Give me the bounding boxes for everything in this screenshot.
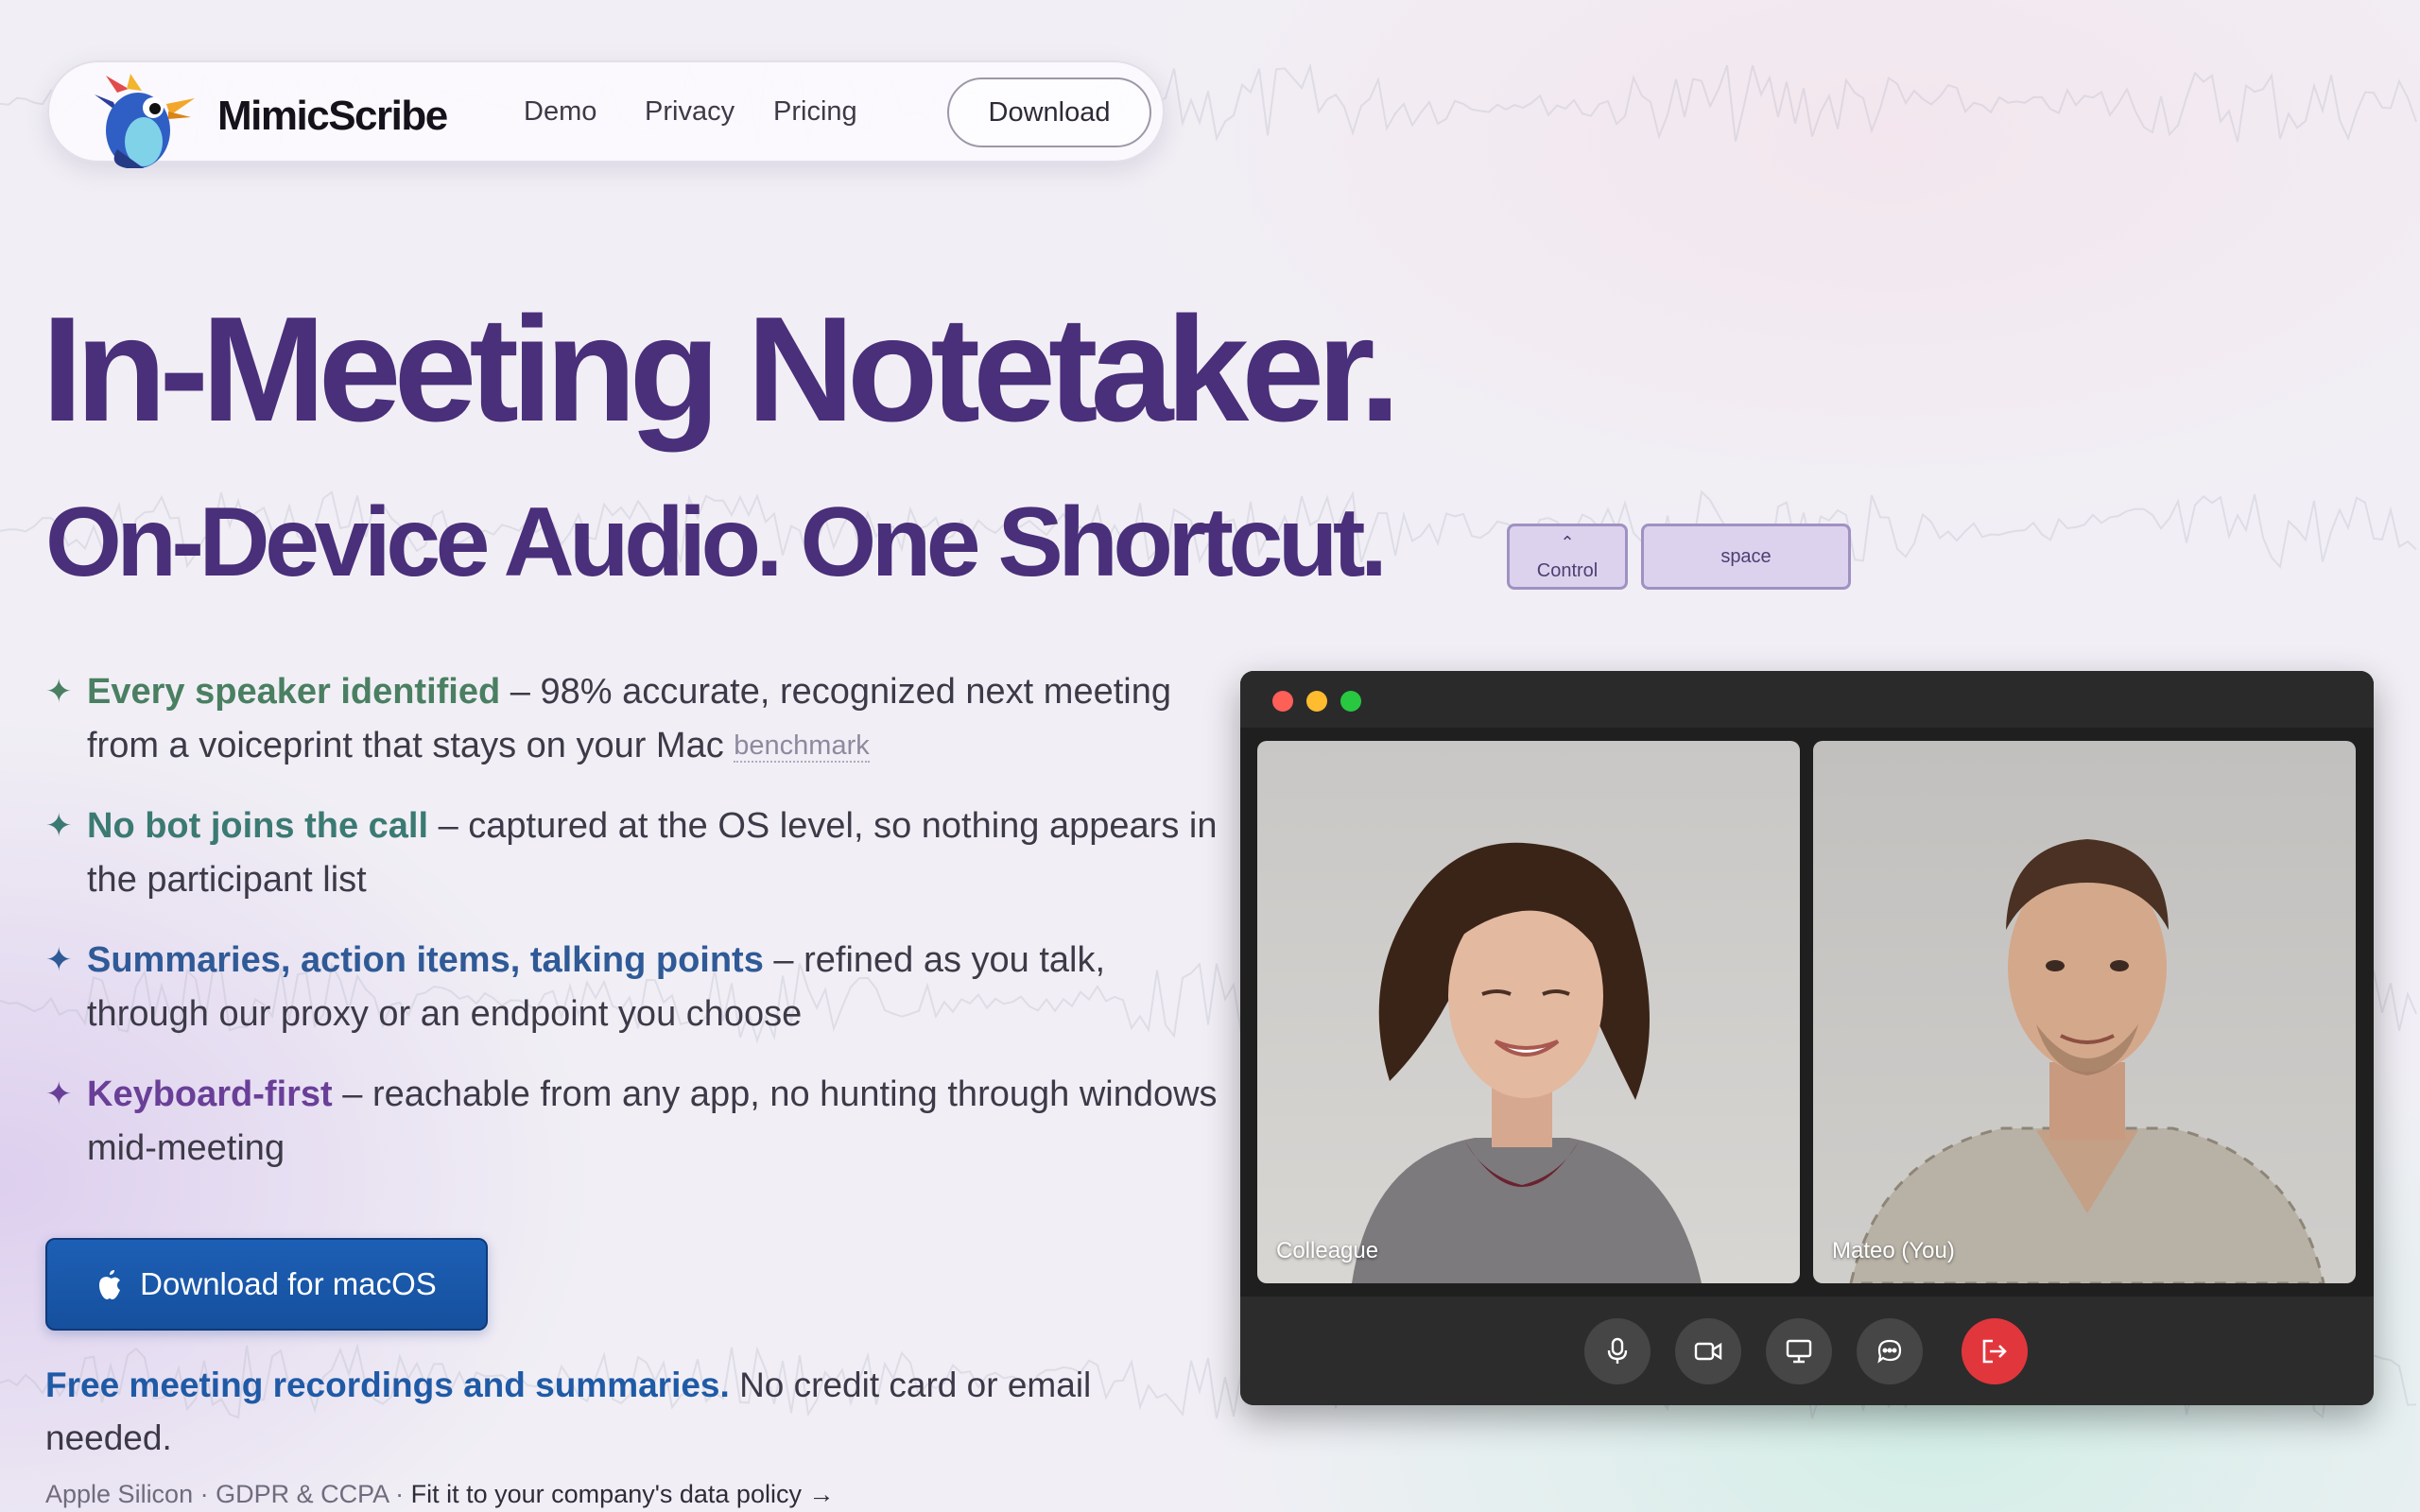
- microphone-icon: [1607, 1337, 1628, 1364]
- chat-icon: [1877, 1339, 1902, 1364]
- control-key-label: Control: [1536, 560, 1599, 581]
- feature-item: ✦ Every speaker identified – 98% accurate…: [45, 665, 1218, 773]
- brand-name[interactable]: MimicScribe: [217, 93, 448, 140]
- participant-name: Colleague: [1276, 1238, 1379, 1263]
- top-nav: MimicScribe Demo Privacy Pricing Downloa…: [47, 60, 1165, 168]
- participant-video: [1813, 741, 2356, 1283]
- participant-tile: Colleague: [1257, 741, 1800, 1283]
- microphone-button[interactable]: [1584, 1318, 1651, 1384]
- footnote-text: Apple Silicon · GDPR & CCPA ·: [45, 1480, 411, 1508]
- sparkle-icon: ✦: [45, 674, 73, 710]
- bird-logo-icon: [95, 74, 195, 168]
- tagline-highlight: Free meeting recordings and summaries.: [45, 1366, 730, 1404]
- maximize-window-icon[interactable]: [1340, 691, 1361, 712]
- screen-share-button[interactable]: [1766, 1318, 1832, 1384]
- feature-item: ✦ Keyboard-first – reachable from any app…: [45, 1068, 1218, 1176]
- minimize-window-icon[interactable]: [1306, 691, 1327, 712]
- feature-highlight: Every speaker identified: [87, 672, 501, 712]
- participant-name: Mateo (You): [1832, 1238, 1955, 1263]
- nav-download-button[interactable]: Download: [947, 77, 1151, 147]
- close-window-icon[interactable]: [1272, 691, 1293, 712]
- feature-highlight: No bot joins the call: [87, 806, 429, 846]
- participant-tile: Mateo (You): [1813, 741, 2356, 1283]
- camera-icon: [1694, 1342, 1722, 1361]
- feature-highlight: Keyboard-first: [87, 1074, 333, 1114]
- window-titlebar: [1240, 671, 2374, 728]
- leave-call-button[interactable]: [1962, 1318, 2028, 1384]
- nav-link-pricing[interactable]: Pricing: [773, 96, 857, 128]
- call-controls: [1240, 1297, 2374, 1405]
- camera-button[interactable]: [1675, 1318, 1741, 1384]
- control-caret-icon: ⌃: [1560, 533, 1575, 552]
- video-call-window: Colleague Mateo (You): [1240, 671, 2374, 1405]
- feature-item: ✦ No bot joins the call – captured at the…: [45, 799, 1218, 907]
- space-key: space: [1641, 524, 1851, 590]
- hero-subtitle: On-Device Audio. One Shortcut.: [45, 488, 1388, 597]
- nav-link-demo[interactable]: Demo: [524, 96, 596, 128]
- download-macos-label: Download for macOS: [140, 1266, 437, 1301]
- participant-video: [1257, 741, 1800, 1283]
- apple-icon: [99, 1270, 121, 1299]
- footnote: Apple Silicon · GDPR & CCPA · Fit it to …: [45, 1480, 834, 1509]
- feature-highlight: Summaries, action items, talking points: [87, 940, 764, 980]
- feature-list: ✦ Every speaker identified – 98% accurate…: [45, 665, 1218, 1202]
- nav-link-privacy[interactable]: Privacy: [645, 96, 735, 128]
- sparkle-icon: ✦: [45, 808, 73, 844]
- tagline: Free meeting recordings and summaries. N…: [45, 1359, 1123, 1465]
- benchmark-link[interactable]: benchmark: [734, 730, 870, 763]
- sparkle-icon: ✦: [45, 1076, 73, 1112]
- control-key: ⌃ Control: [1507, 524, 1628, 590]
- sparkle-icon: ✦: [45, 942, 73, 978]
- feature-item: ✦ Summaries, action items, talking points…: [45, 934, 1218, 1041]
- hero-title: In-Meeting Notetaker.: [42, 286, 1401, 453]
- leave-call-icon: [1982, 1339, 2007, 1364]
- screen-share-icon: [1786, 1339, 1812, 1364]
- chat-button[interactable]: [1857, 1318, 1923, 1384]
- data-policy-link[interactable]: Fit it to your company's data policy →: [411, 1480, 835, 1508]
- download-macos-button[interactable]: Download for macOS: [45, 1238, 488, 1331]
